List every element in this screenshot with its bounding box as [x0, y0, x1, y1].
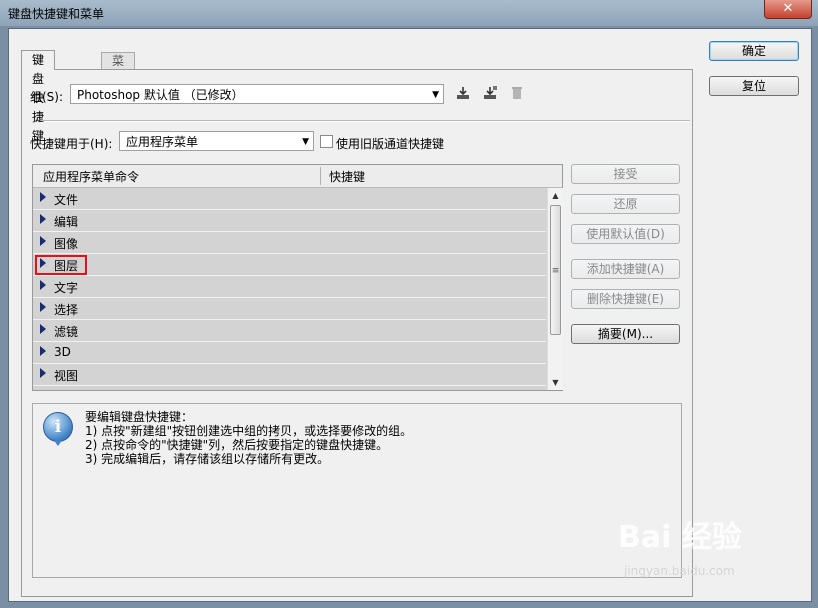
- expand-triangle-icon[interactable]: [40, 192, 46, 202]
- baidu-watermark-logo: Bai 经验 jingyan.baidu.com: [618, 512, 788, 592]
- highlight-box: [35, 255, 87, 275]
- menu-command-label: 3D: [54, 345, 71, 359]
- watermark-brand: Bai 经验: [618, 520, 742, 555]
- info-icon: i: [43, 412, 73, 446]
- accept-button[interactable]: 接受: [571, 164, 680, 184]
- info-text: 要编辑键盘快捷键： 1) 点按"新建组"按钮创建选中组的拷贝，或选择要修改的组。…: [85, 410, 412, 466]
- scroll-up-arrow-icon[interactable]: ▲: [548, 188, 563, 203]
- reset-button[interactable]: 复位: [709, 76, 799, 96]
- scroll-down-arrow-icon[interactable]: ▼: [548, 375, 563, 390]
- table-row[interactable]: 滤镜: [33, 320, 546, 342]
- menu-command-label: 选择: [54, 303, 79, 317]
- tab-keyboard-shortcuts[interactable]: 键盘快捷键: [21, 50, 56, 143]
- table-row[interactable]: 图像: [33, 232, 546, 254]
- info-line-1: 1) 点按"新建组"按钮创建选中组的拷贝，或选择要修改的组。: [85, 424, 413, 438]
- column-header-command[interactable]: 应用程序菜单命令: [43, 168, 139, 185]
- column-header-shortcut[interactable]: 快捷键: [329, 168, 365, 185]
- expand-triangle-icon[interactable]: [40, 302, 46, 312]
- close-button[interactable]: ✕: [764, 0, 812, 19]
- summarize-button[interactable]: 摘要(M)...: [571, 324, 680, 344]
- info-line-3: 3) 完成编辑后，请存储该组以存储所有更改。: [85, 452, 330, 466]
- menu-command-label: 文件: [54, 193, 79, 207]
- table-row[interactable]: 文字: [33, 276, 546, 298]
- save-set-icon[interactable]: [454, 85, 472, 103]
- use-default-button[interactable]: 使用默认值(D): [571, 224, 680, 244]
- expand-triangle-icon[interactable]: [40, 368, 46, 378]
- shortcuts-for-select[interactable]: 应用程序菜单 ▼: [119, 131, 314, 151]
- divider: [34, 120, 690, 122]
- scroll-thumb[interactable]: ≡: [550, 205, 561, 335]
- title-bar: 键盘快捷键和菜单 ✕: [0, 0, 818, 26]
- table-row[interactable]: 文件: [33, 188, 546, 210]
- table-row[interactable]: 视图: [33, 364, 546, 386]
- set-select-value: Photoshop 默认值 （已修改）: [77, 88, 244, 102]
- menu-command-label: 编辑: [54, 215, 79, 229]
- legacy-channel-checkbox[interactable]: [320, 135, 333, 148]
- add-shortcut-button[interactable]: 添加快捷键(A): [571, 259, 680, 279]
- menu-command-label: 文字: [54, 281, 79, 295]
- expand-triangle-icon[interactable]: [40, 214, 46, 224]
- info-line-2: 2) 点按命令的"快捷键"列，然后按要指定的键盘快捷键。: [85, 438, 389, 452]
- expand-triangle-icon[interactable]: [40, 324, 46, 334]
- delete-shortcut-button[interactable]: 删除快捷键(E): [571, 289, 680, 309]
- ok-button[interactable]: 确定: [709, 41, 799, 61]
- chevron-down-icon: ▼: [432, 90, 439, 100]
- new-set-icon[interactable]: [481, 85, 499, 103]
- expand-triangle-icon[interactable]: [40, 346, 46, 356]
- info-box: i 要编辑键盘快捷键： 1) 点按"新建组"按钮创建选中组的拷贝，或选择要修改的…: [32, 403, 682, 578]
- dialog-window: 键盘快捷键和菜单 ✕ 键盘快捷键 菜单 组(S): Photoshop 默认值 …: [0, 0, 818, 608]
- menu-command-label: 图像: [54, 237, 79, 251]
- column-divider[interactable]: [320, 167, 321, 185]
- undo-button[interactable]: 还原: [571, 194, 680, 214]
- table-row[interactable]: 3D: [33, 342, 546, 364]
- table-row[interactable]: 选择: [33, 298, 546, 320]
- shortcuts-panel: 组(S): Photoshop 默认值 （已修改） ▼ 快捷键用于(H): 应用…: [21, 69, 693, 597]
- set-select[interactable]: Photoshop 默认值 （已修改） ▼: [70, 84, 444, 104]
- info-line-heading: 要编辑键盘快捷键：: [85, 410, 194, 424]
- table-row[interactable]: 编辑: [33, 210, 546, 232]
- expand-triangle-icon[interactable]: [40, 236, 46, 246]
- legacy-channel-label: 使用旧版通道快捷键: [336, 137, 445, 151]
- trash-icon[interactable]: [508, 85, 526, 103]
- window-title: 键盘快捷键和菜单: [8, 7, 105, 21]
- watermark-url: jingyan.baidu.com: [624, 564, 735, 578]
- menu-command-label: 视图: [54, 369, 79, 383]
- table-rows: 文件编辑图像图层文字选择滤镜 3D 视图: [33, 188, 546, 390]
- menu-command-label: 滤镜: [54, 325, 79, 339]
- commands-table: 应用程序菜单命令 快捷键 文件编辑图像图层文字选择滤镜 3D 视图 ▲ ≡ ▼: [32, 164, 563, 391]
- tab-menus[interactable]: 菜单: [101, 52, 136, 85]
- expand-triangle-icon[interactable]: [40, 280, 46, 290]
- chevron-down-icon: ▼: [302, 137, 309, 147]
- table-row[interactable]: 图层: [33, 254, 546, 276]
- vertical-scrollbar[interactable]: ▲ ≡ ▼: [547, 188, 563, 390]
- shortcuts-for-value: 应用程序菜单: [126, 135, 199, 149]
- table-header: 应用程序菜单命令 快捷键: [33, 165, 562, 188]
